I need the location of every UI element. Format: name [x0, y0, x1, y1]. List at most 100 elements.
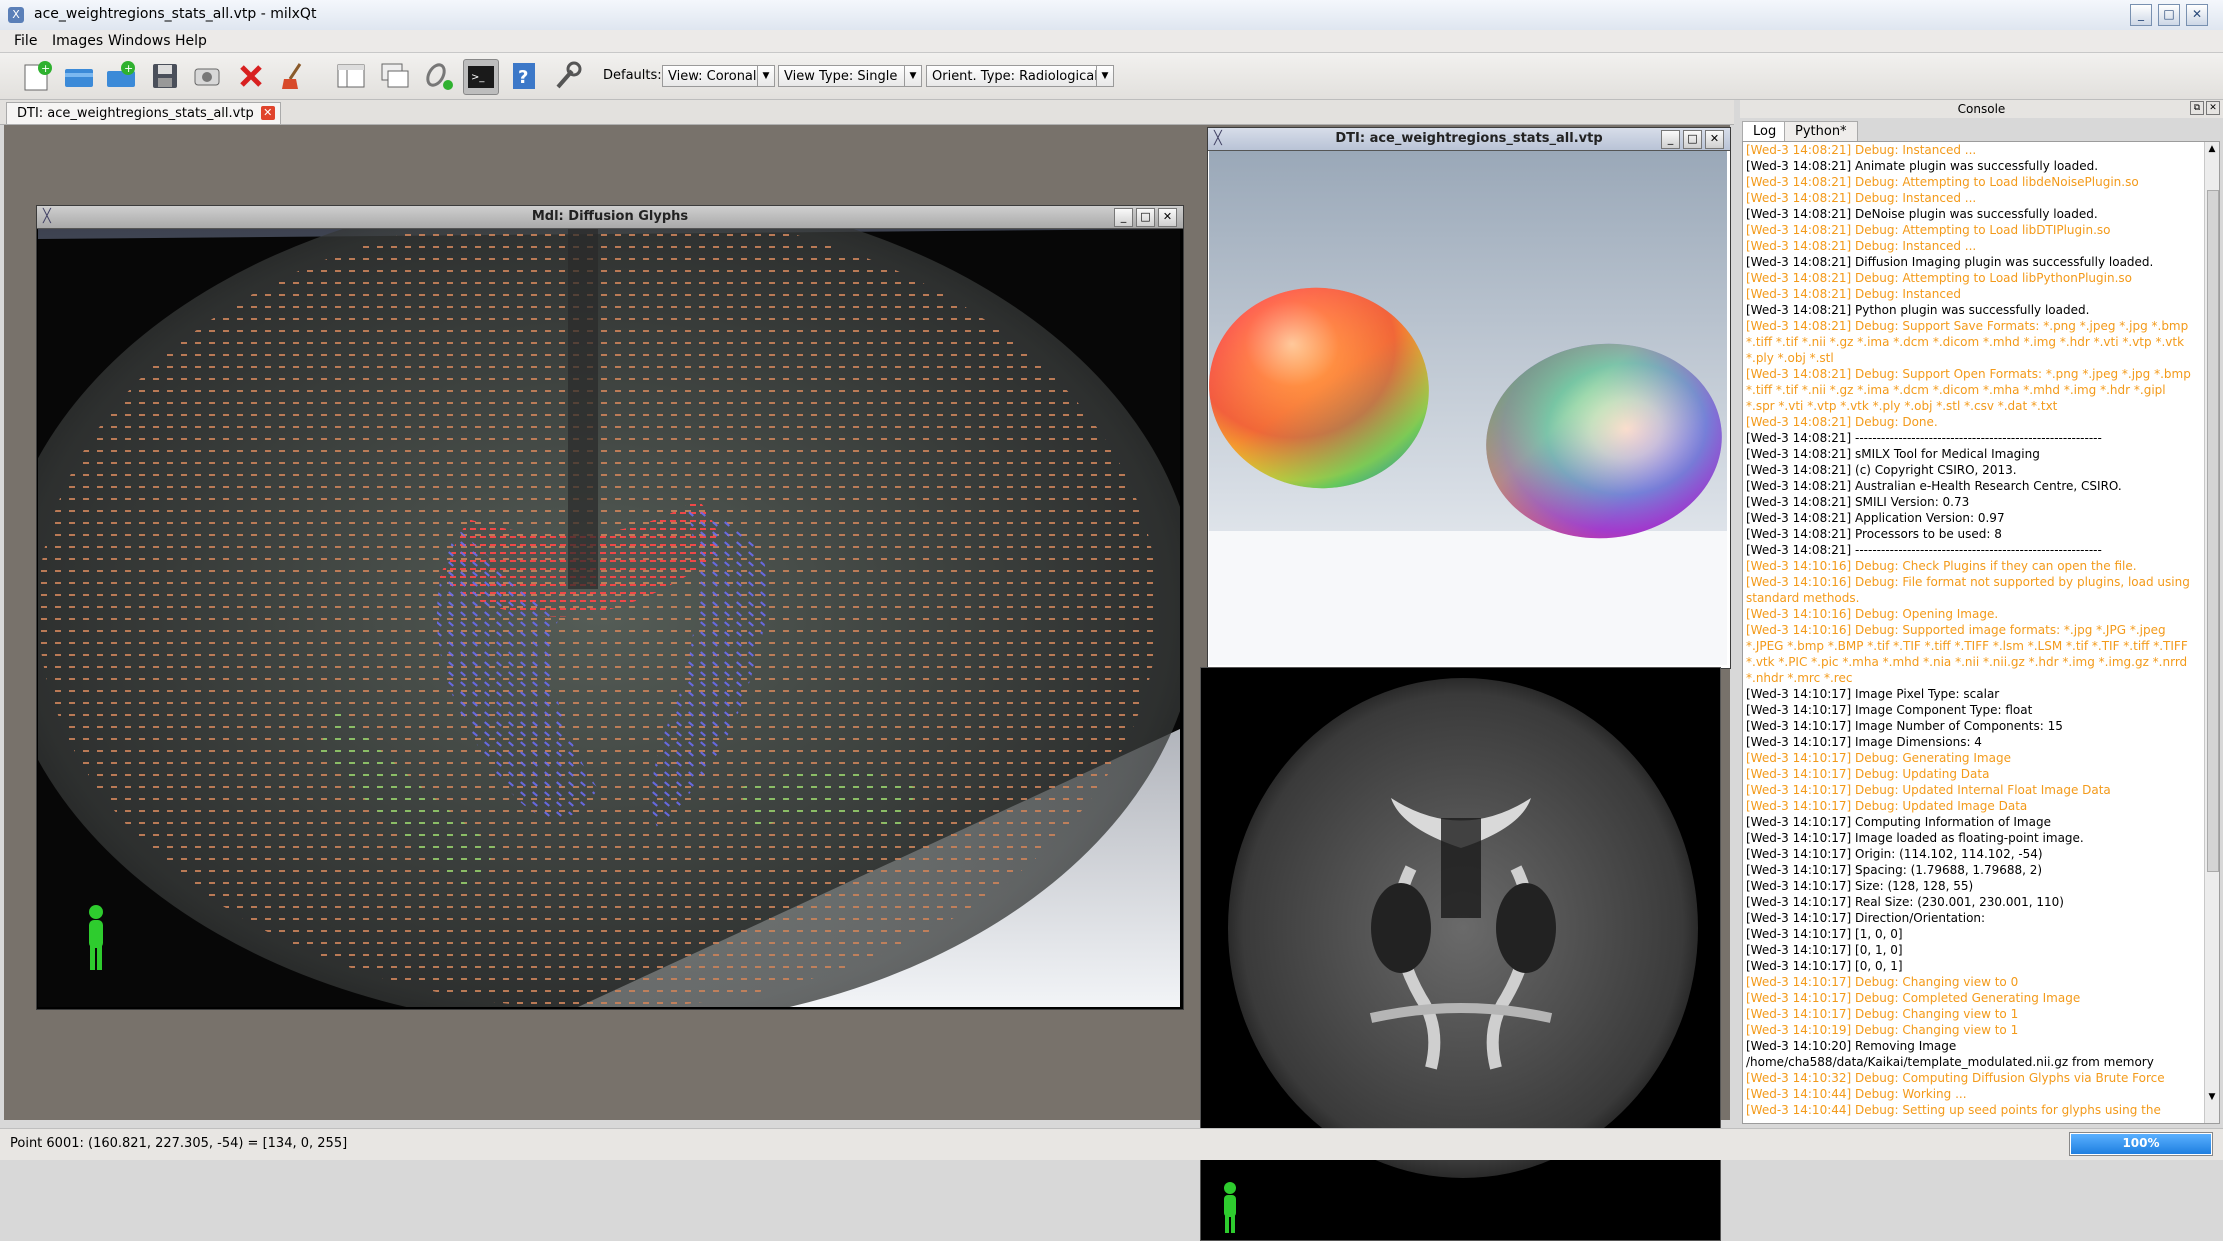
log-line: [Wed-3 14:10:17] Size: (128, 128, 55) — [1746, 879, 1974, 893]
log-line: [Wed-3 14:10:17] Debug: Changing view to… — [1746, 1007, 2019, 1021]
log-line: [Wed-3 14:08:21] Animate plugin was succ… — [1746, 159, 2099, 173]
odf-render-view[interactable] — [1209, 151, 1727, 665]
log-line: [Wed-3 14:10:16] Debug: File format not … — [1746, 575, 2194, 605]
toolbar: + + >_ ? Defaults: View: Coronal ▼ View T… — [0, 53, 2223, 100]
svg-text:>_: >_ — [471, 72, 485, 83]
close-image-icon[interactable] — [234, 59, 268, 93]
minimize-button[interactable]: _ — [1114, 208, 1133, 227]
orient-type-value: Orient. Type: Radiological — [932, 69, 1098, 84]
log-line: [Wed-3 14:10:17] Image Component Type: f… — [1746, 703, 2033, 717]
document-tab-bar: DTI: ace_weightregions_stats_all.vtp ✕ — [0, 100, 1734, 125]
log-line: [Wed-3 14:08:21] Debug: Attempting to Lo… — [1746, 175, 2139, 189]
cascade-icon[interactable] — [378, 59, 412, 93]
float-dock-button[interactable]: ⧉ — [2190, 101, 2204, 115]
progress-bar: 100% — [2069, 1132, 2213, 1156]
svg-text:+: + — [41, 62, 50, 75]
glyph-render-view[interactable] — [38, 229, 1180, 1007]
open-series-icon[interactable]: + — [104, 59, 138, 93]
close-button[interactable]: ✕ — [1705, 130, 1724, 149]
odf-render-canvas[interactable] — [1209, 151, 1727, 665]
log-scrollbar[interactable]: ▲ ▼ — [2204, 142, 2219, 1123]
tab-document-label: DTI: ace_weightregions_stats_all.vtp — [17, 106, 254, 121]
log-line: [Wed-3 14:10:17] [0, 0, 1] — [1746, 959, 1903, 973]
log-line: [Wed-3 14:10:17] Debug: Changing view to… — [1746, 975, 2019, 989]
log-line: [Wed-3 14:08:21] (c) Copyright CSIRO, 20… — [1746, 463, 2017, 477]
maximize-button[interactable]: □ — [1683, 130, 1702, 149]
log-lines: [Wed-3 14:08:21] Debug: Instanced ... [We… — [1746, 142, 2196, 1118]
chevron-down-icon: ▼ — [1096, 66, 1113, 86]
defaults-label: Defaults: — [603, 68, 662, 83]
close-button[interactable]: ✕ — [2186, 4, 2208, 26]
log-line: [Wed-3 14:08:21] DeNoise plugin was succ… — [1746, 207, 2098, 221]
view-type-select[interactable]: View Type: Single ▼ — [778, 65, 922, 87]
maximize-button[interactable]: □ — [2158, 4, 2180, 26]
log-line: [Wed-3 14:08:21] Diffusion Imaging plugi… — [1746, 255, 2154, 269]
close-tab-icon[interactable]: ✕ — [260, 106, 275, 120]
scroll-thumb[interactable] — [2207, 190, 2219, 872]
tab-document[interactable]: DTI: ace_weightregions_stats_all.vtp ✕ — [6, 102, 281, 124]
odf-subwindow[interactable]: ╳ DTI: ace_weightregions_stats_all.vtp _… — [1207, 127, 1731, 669]
minimize-button[interactable]: _ — [2130, 4, 2152, 26]
menu-file[interactable]: File — [14, 33, 37, 49]
status-bar: Point 6001: (160.821, 227.305, -54) = [1… — [0, 1128, 2223, 1160]
console-icon[interactable]: >_ — [463, 59, 499, 95]
log-line: [Wed-3 14:08:21] Debug: Instanced ... — [1746, 239, 1977, 253]
glyph-render-canvas[interactable] — [38, 229, 1180, 1007]
status-text: Point 6001: (160.821, 227.305, -54) = [1… — [10, 1136, 348, 1151]
menu-bar: File Images Windows Help — [0, 30, 2223, 53]
maximize-button[interactable]: □ — [1136, 208, 1155, 227]
console-log[interactable]: [Wed-3 14:08:21] Debug: Instanced ... [We… — [1742, 141, 2220, 1124]
window-titlebar: X ace_weightregions_stats_all.vtp - milx… — [0, 0, 2223, 31]
orient-type-select[interactable]: Orient. Type: Radiological ▼ — [926, 65, 1114, 87]
log-line: [Wed-3 14:08:21] Debug: Support Open For… — [1746, 367, 2195, 413]
log-line: [Wed-3 14:10:17] Debug: Generating Image — [1746, 751, 2011, 765]
log-line: [Wed-3 14:10:20] Removing Image /home/ch… — [1746, 1039, 2154, 1069]
new-icon[interactable]: + — [20, 59, 54, 93]
broom-icon[interactable] — [276, 59, 310, 93]
scroll-up-icon[interactable]: ▲ — [2206, 144, 2218, 156]
menu-windows[interactable]: Windows — [108, 33, 171, 49]
console-title-text: Console — [1957, 102, 2006, 116]
log-line: [Wed-3 14:10:17] Image Dimensions: 4 — [1746, 735, 1982, 749]
save-icon[interactable] — [148, 59, 182, 93]
log-line: [Wed-3 14:08:21] SMILI Version: 0.73 — [1746, 495, 1970, 509]
log-line: [Wed-3 14:08:21] Processors to be used: … — [1746, 527, 2002, 541]
settings-icon[interactable] — [550, 59, 584, 93]
tile-icon[interactable] — [334, 59, 368, 93]
chevron-down-icon: ▼ — [904, 66, 921, 86]
help-icon[interactable]: ? — [507, 59, 541, 93]
log-line: [Wed-3 14:10:16] Debug: Supported image … — [1746, 623, 2192, 685]
tab-log[interactable]: Log — [1742, 121, 1788, 142]
minimize-button[interactable]: _ — [1661, 130, 1680, 149]
log-line: [Wed-3 14:08:21] Python plugin was succe… — [1746, 303, 2090, 317]
mdi-workspace: ╳ Mdl: Diffusion Glyphs _ □ ✕ ╳ DTI: ace… — [4, 125, 1731, 1241]
log-line: [Wed-3 14:10:17] Debug: Updated Internal… — [1746, 783, 2111, 797]
glyphs-subwindow[interactable]: ╳ Mdl: Diffusion Glyphs _ □ ✕ — [36, 205, 1184, 1010]
close-dock-button[interactable]: ✕ — [2206, 101, 2220, 115]
log-line: [Wed-3 14:10:17] Debug: Updated Image Da… — [1746, 799, 2028, 813]
glyphs-subwindow-titlebar[interactable]: ╳ Mdl: Diffusion Glyphs _ □ ✕ — [37, 206, 1183, 229]
scroll-down-icon[interactable]: ▼ — [2206, 1092, 2218, 1104]
log-line: [Wed-3 14:08:21] -----------------------… — [1746, 431, 2102, 445]
menu-images[interactable]: Images — [52, 33, 103, 49]
screenshot-icon[interactable] — [190, 59, 224, 93]
open-icon[interactable] — [62, 59, 96, 93]
log-line: [Wed-3 14:10:17] [0, 1, 0] — [1746, 943, 1903, 957]
window-title: ace_weightregions_stats_all.vtp - milxQt — [34, 6, 317, 22]
log-line: [Wed-3 14:10:17] Spacing: (1.79688, 1.79… — [1746, 863, 2043, 877]
log-line: [Wed-3 14:08:21] Debug: Instanced ... — [1746, 191, 1977, 205]
menu-help[interactable]: Help — [175, 33, 207, 49]
tab-python[interactable]: Python* — [1784, 121, 1858, 142]
odf-subwindow-titlebar[interactable]: ╳ DTI: ace_weightregions_stats_all.vtp _… — [1208, 128, 1730, 151]
orientation-figure-icon — [1224, 1182, 1236, 1233]
console-title: Console — [1740, 100, 2223, 118]
log-line: [Wed-3 14:10:44] Debug: Setting up seed … — [1746, 1103, 2161, 1117]
log-line: [Wed-3 14:10:17] Origin: (114.102, 114.1… — [1746, 847, 2043, 861]
log-line: [Wed-3 14:08:21] Debug: Attempting to Lo… — [1746, 223, 2111, 237]
link-icon[interactable] — [422, 59, 456, 93]
view-select[interactable]: View: Coronal ▼ — [662, 65, 775, 87]
view-select-value: View: Coronal — [668, 69, 757, 84]
close-button[interactable]: ✕ — [1158, 208, 1177, 227]
log-line: [Wed-3 14:10:17] Computing Information o… — [1746, 815, 2051, 829]
log-line: [Wed-3 14:10:16] Debug: Check Plugins if… — [1746, 559, 2137, 573]
